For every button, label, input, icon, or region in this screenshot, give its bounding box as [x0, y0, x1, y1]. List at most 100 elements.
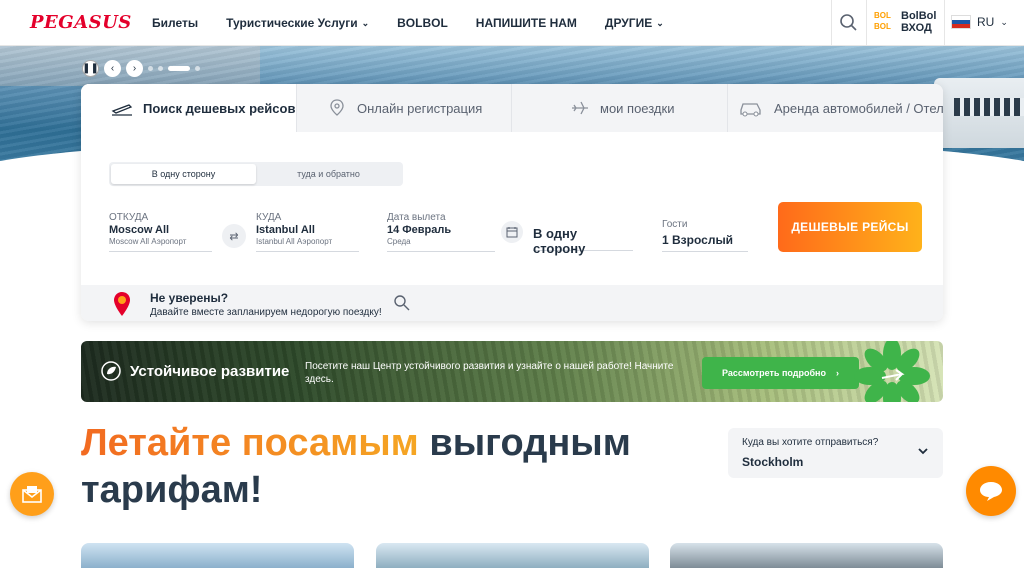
trip-planner-subtitle: Давайте вместе запланируем недорогую пое… [150, 307, 382, 318]
origin-value: Moscow All [109, 224, 170, 236]
tab-cheap-flights[interactable]: Поиск дешевых рейсов [81, 84, 297, 132]
chevron-down-icon: ⌄ [656, 17, 664, 28]
pegasus-logo[interactable]: PEGASUS [30, 12, 132, 33]
nav-tickets[interactable]: Билеты [152, 16, 198, 30]
round-trip-option[interactable]: туда и обратно [256, 164, 401, 184]
plane-icon [572, 101, 588, 115]
tab-my-trips-label: мои поездки [600, 100, 675, 116]
bolbol-label: BolBol [901, 10, 937, 22]
destination-label: КУДА [256, 212, 282, 223]
swap-icon[interactable]: ⇄ [222, 224, 246, 248]
headline-orange-text: Летайте посамым [81, 422, 419, 464]
sustainability-description: Посетите наш Центр устойчивого развития … [305, 361, 674, 385]
slider-dot-active[interactable] [168, 66, 190, 71]
search-flights-button[interactable]: ДЕШЕВЫЕ РЕЙСЫ [778, 202, 922, 252]
destination-field[interactable]: КУДА Istanbul All Istanbul All Аэропорт [256, 212, 359, 252]
language-code: RU [977, 15, 995, 29]
nav-contact-label: НАПИШИТЕ НАМ [475, 16, 577, 30]
tab-car-hotels-label: Аренда автомобилей / Отели [774, 100, 943, 116]
nav-tickets-label: Билеты [152, 16, 199, 30]
green-leaf-logo-icon [854, 341, 930, 402]
plane-takeoff-icon [111, 104, 133, 116]
search-icon[interactable] [838, 12, 860, 34]
bolbol-login[interactable]: BOL BOL BolBol ВХОД [874, 10, 936, 34]
origin-field[interactable]: ОТКУДА Moscow All Moscow All Аэропорт [109, 212, 212, 252]
calendar-icon[interactable] [501, 221, 523, 243]
eco-globe-icon [101, 361, 121, 381]
trip-planner-bar[interactable]: Не уверены? Давайте вместе запланируем н… [81, 285, 943, 321]
nav-travel-services[interactable]: Туристические Услуги ⌄ [226, 16, 369, 30]
slider-dot[interactable] [195, 66, 200, 71]
russia-flag-icon [951, 15, 971, 29]
booking-tabs: Поиск дешевых рейсов Онлайн регистрация … [81, 84, 943, 132]
search-icon[interactable] [393, 294, 411, 312]
hero-ferry-windows [954, 98, 1024, 116]
nav-travel-services-label: Туристические Услуги [226, 16, 358, 30]
guests-value: 1 Взрослый [662, 233, 734, 247]
destination-card[interactable] [376, 543, 649, 568]
newsletter-mail-button[interactable] [10, 472, 54, 516]
nav-other-label: ДРУГИЕ [604, 16, 653, 30]
hero-slider-controls: ❚❚ ‹ › [82, 60, 200, 77]
map-pin-icon [114, 292, 130, 316]
departure-label: Дата вылета [387, 212, 446, 223]
trip-planner-title: Не уверены? [150, 291, 229, 305]
slider-dot[interactable] [148, 66, 153, 71]
chevron-down-icon: ⌄ [1000, 16, 1008, 27]
login-label: ВХОД [901, 22, 932, 34]
location-pin-icon [330, 99, 344, 116]
tab-online-checkin-label: Онлайн регистрация [357, 100, 483, 116]
origin-label: ОТКУДА [109, 212, 149, 223]
departure-date-field[interactable]: Дата вылета 14 Февраль Среда [387, 212, 495, 252]
destination-dropdown-value: Stockholm [742, 455, 804, 469]
sustainability-banner: Устойчивое развитие Посетите наш Центр у… [81, 341, 943, 402]
headline-dark-text: выгодным [429, 422, 631, 464]
main-nav: Билеты Туристические Услуги ⌄ BOLBOL НАПИ… [152, 0, 664, 46]
chevron-right-icon[interactable]: › [126, 60, 143, 77]
chat-button[interactable] [966, 466, 1016, 516]
destination-card[interactable] [670, 543, 943, 568]
headline-dark-text-2: тарифам! [81, 469, 263, 511]
header-divider [944, 0, 945, 46]
view-details-button[interactable]: Рассмотреть подробно › [702, 357, 859, 389]
tab-cheap-flights-label: Поиск дешевых рейсов [143, 100, 296, 116]
chat-bubble-icon [980, 482, 1002, 501]
header-divider [866, 0, 867, 46]
departure-value: 14 Февраль [387, 224, 452, 236]
promo-headline: Летайте посамым выгодным тарифам! [81, 420, 701, 514]
nav-bolbol-label: BOLBOL [397, 16, 448, 30]
chevron-right-icon: › [835, 368, 839, 378]
departure-weekday: Среда [387, 237, 411, 246]
trip-type-toggle: В одну сторону туда и обратно [109, 162, 403, 186]
return-date-field[interactable]: В одну сторону [533, 222, 633, 256]
slider-dot[interactable] [158, 66, 163, 71]
car-icon [740, 103, 761, 117]
destination-dropdown[interactable]: Куда вы хотите отправиться? Stockholm [728, 428, 943, 478]
nav-contact[interactable]: НАПИШИТЕ НАМ [476, 16, 577, 30]
language-selector[interactable]: RU ⌄ [951, 15, 1008, 29]
destination-dropdown-label: Куда вы хотите отправиться? [742, 437, 879, 448]
tab-car-hotels[interactable]: Аренда автомобилей / Отели [728, 84, 943, 132]
origin-airport: Moscow All Аэропорт [109, 237, 187, 246]
tab-online-checkin[interactable]: Онлайн регистрация [297, 84, 512, 132]
chevron-down-icon [918, 448, 928, 455]
mail-icon [22, 486, 42, 503]
booking-panel: Поиск дешевых рейсов Онлайн регистрация … [81, 84, 943, 321]
view-details-label: Рассмотреть подробно [722, 368, 826, 378]
site-header: PEGASUS Билеты Туристические Услуги ⌄ BOL… [0, 0, 1024, 46]
one-way-option[interactable]: В одну сторону [111, 164, 256, 184]
destination-airport: Istanbul All Аэропорт [256, 237, 333, 246]
guests-label: Гости [662, 219, 688, 230]
chevron-left-icon[interactable]: ‹ [104, 60, 121, 77]
pause-icon[interactable]: ❚❚ [82, 60, 99, 77]
header-divider [831, 0, 832, 46]
bolbol-logo-icon: BOL BOL [874, 11, 891, 31]
guests-field[interactable]: Гости 1 Взрослый [662, 219, 748, 252]
destination-value: Istanbul All [256, 224, 315, 236]
nav-other[interactable]: ДРУГИЕ ⌄ [605, 16, 664, 30]
destination-card[interactable] [81, 543, 354, 568]
nav-bolbol[interactable]: BOLBOL [397, 16, 448, 30]
sustainability-title: Устойчивое развитие [130, 363, 290, 380]
chevron-down-icon: ⌄ [361, 17, 370, 28]
tab-my-trips[interactable]: мои поездки [512, 84, 728, 132]
